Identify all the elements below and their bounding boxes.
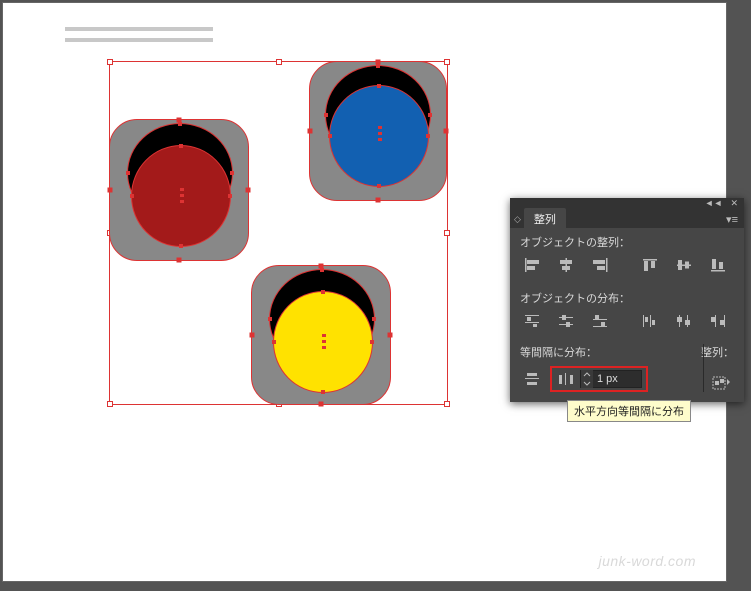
- chevron-up-icon[interactable]: [581, 370, 593, 379]
- distribute-top-icon[interactable]: [520, 312, 544, 330]
- spacing-stepper[interactable]: [581, 370, 593, 388]
- decoration-lines: [65, 27, 213, 49]
- align-tab[interactable]: 整列: [524, 208, 566, 230]
- align-right-icon[interactable]: [588, 256, 612, 274]
- panel-tabs: ◇ 整列 ▾≡: [510, 208, 744, 228]
- distribute-vspacing-icon[interactable]: [520, 370, 544, 388]
- object-center-icon: [378, 126, 382, 141]
- align-vcenter-icon[interactable]: [672, 256, 696, 274]
- panel-topbar: ◄◄ ✕: [510, 198, 744, 208]
- align-to-selection-icon[interactable]: [708, 374, 736, 392]
- distribute-right-icon[interactable]: [706, 312, 730, 330]
- spacing-input[interactable]: 1 px: [580, 370, 642, 388]
- red-circle: [131, 145, 231, 247]
- tab-chevron-icon[interactable]: ◇: [514, 214, 521, 225]
- distribute-hspacing-highlight: 1 px: [550, 366, 648, 392]
- align-left-icon[interactable]: [520, 256, 544, 274]
- watermark: junk-word.com: [598, 553, 696, 569]
- distribute-bottom-icon[interactable]: [588, 312, 612, 330]
- distribute-left-icon[interactable]: [638, 312, 662, 330]
- panel-menu-icon[interactable]: ▾≡: [726, 213, 738, 226]
- object-center-icon: [322, 334, 326, 349]
- distribute-vcenter-icon[interactable]: [554, 312, 578, 330]
- close-icon[interactable]: ✕: [730, 198, 738, 209]
- distribute-hcenter-icon[interactable]: [672, 312, 696, 330]
- collapse-icon[interactable]: ◄◄: [705, 198, 723, 208]
- align-section-label: オブジェクトの整列：: [520, 234, 734, 250]
- align-top-icon[interactable]: [638, 256, 662, 274]
- tooltip: 水平方向等間隔に分布: [567, 400, 691, 422]
- align-to-label: 整列：: [701, 344, 734, 360]
- chevron-down-icon[interactable]: [581, 379, 593, 388]
- object-center-icon: [180, 188, 184, 203]
- blue-circle: [329, 85, 429, 187]
- distribute-hspacing-icon[interactable]: [556, 370, 576, 388]
- yellow-circle: [273, 291, 373, 393]
- align-panel: ◄◄ ✕ ◇ 整列 ▾≡ オブジェクトの整列：: [510, 198, 744, 402]
- spacing-value[interactable]: 1 px: [593, 373, 641, 385]
- distribute-section-label: オブジェクトの分布：: [520, 290, 734, 306]
- align-hcenter-icon[interactable]: [554, 256, 578, 274]
- align-bottom-icon[interactable]: [706, 256, 730, 274]
- panel-divider: [703, 344, 704, 392]
